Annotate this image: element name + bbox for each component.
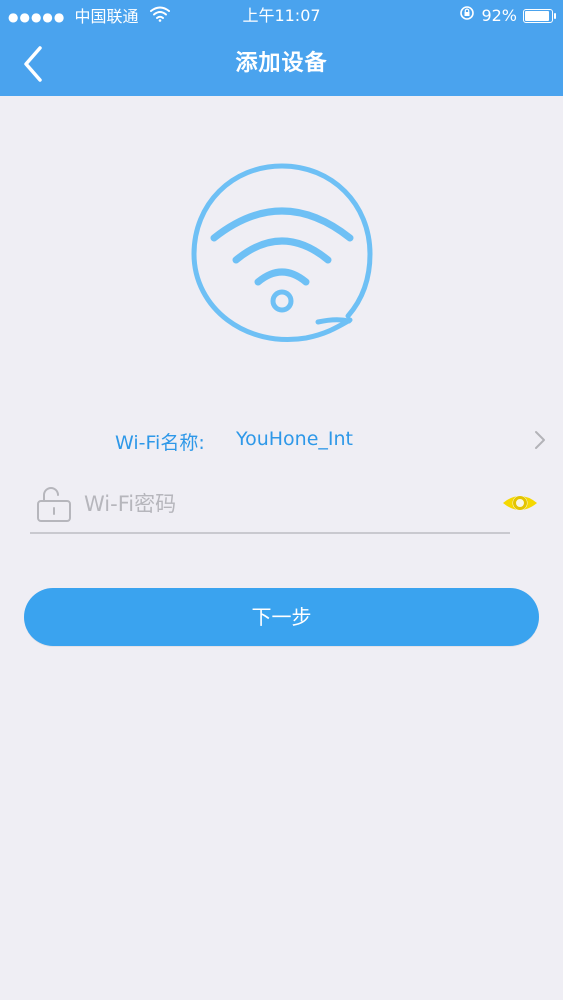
page-title: 添加设备: [235, 51, 328, 76]
nav-bar: 添加设备: [0, 32, 563, 96]
eye-icon[interactable]: [501, 488, 539, 518]
password-field-row: [30, 480, 541, 534]
next-step-button[interactable]: 下一步: [24, 588, 539, 646]
lock-rotation-icon: [459, 0, 475, 32]
password-divider: [30, 532, 510, 534]
lock-icon: [35, 487, 73, 523]
wifi-name-row[interactable]: Wi-Fi名称: YouHone_Int: [0, 420, 563, 460]
battery-percent: 92%: [481, 6, 517, 25]
wifi-name-value: YouHone_Int: [236, 428, 353, 450]
status-bar: ●●●●● 中国联通 上午11:07 92%: [0, 0, 563, 32]
wifi-password-input[interactable]: [84, 486, 474, 522]
battery-level: [525, 11, 549, 21]
header: ●●●●● 中国联通 上午11:07 92% 添加设备: [0, 0, 563, 96]
status-right: 92%: [459, 0, 556, 32]
wifi-name-label: Wi-Fi名称:: [115, 432, 205, 454]
add-device-screen: ●●●●● 中国联通 上午11:07 92% 添加设备 Wi-Fi名称: You…: [0, 0, 563, 1000]
chevron-right-icon: [533, 429, 547, 451]
wifi-hero-icon: [186, 158, 378, 350]
battery-icon: [523, 9, 556, 23]
